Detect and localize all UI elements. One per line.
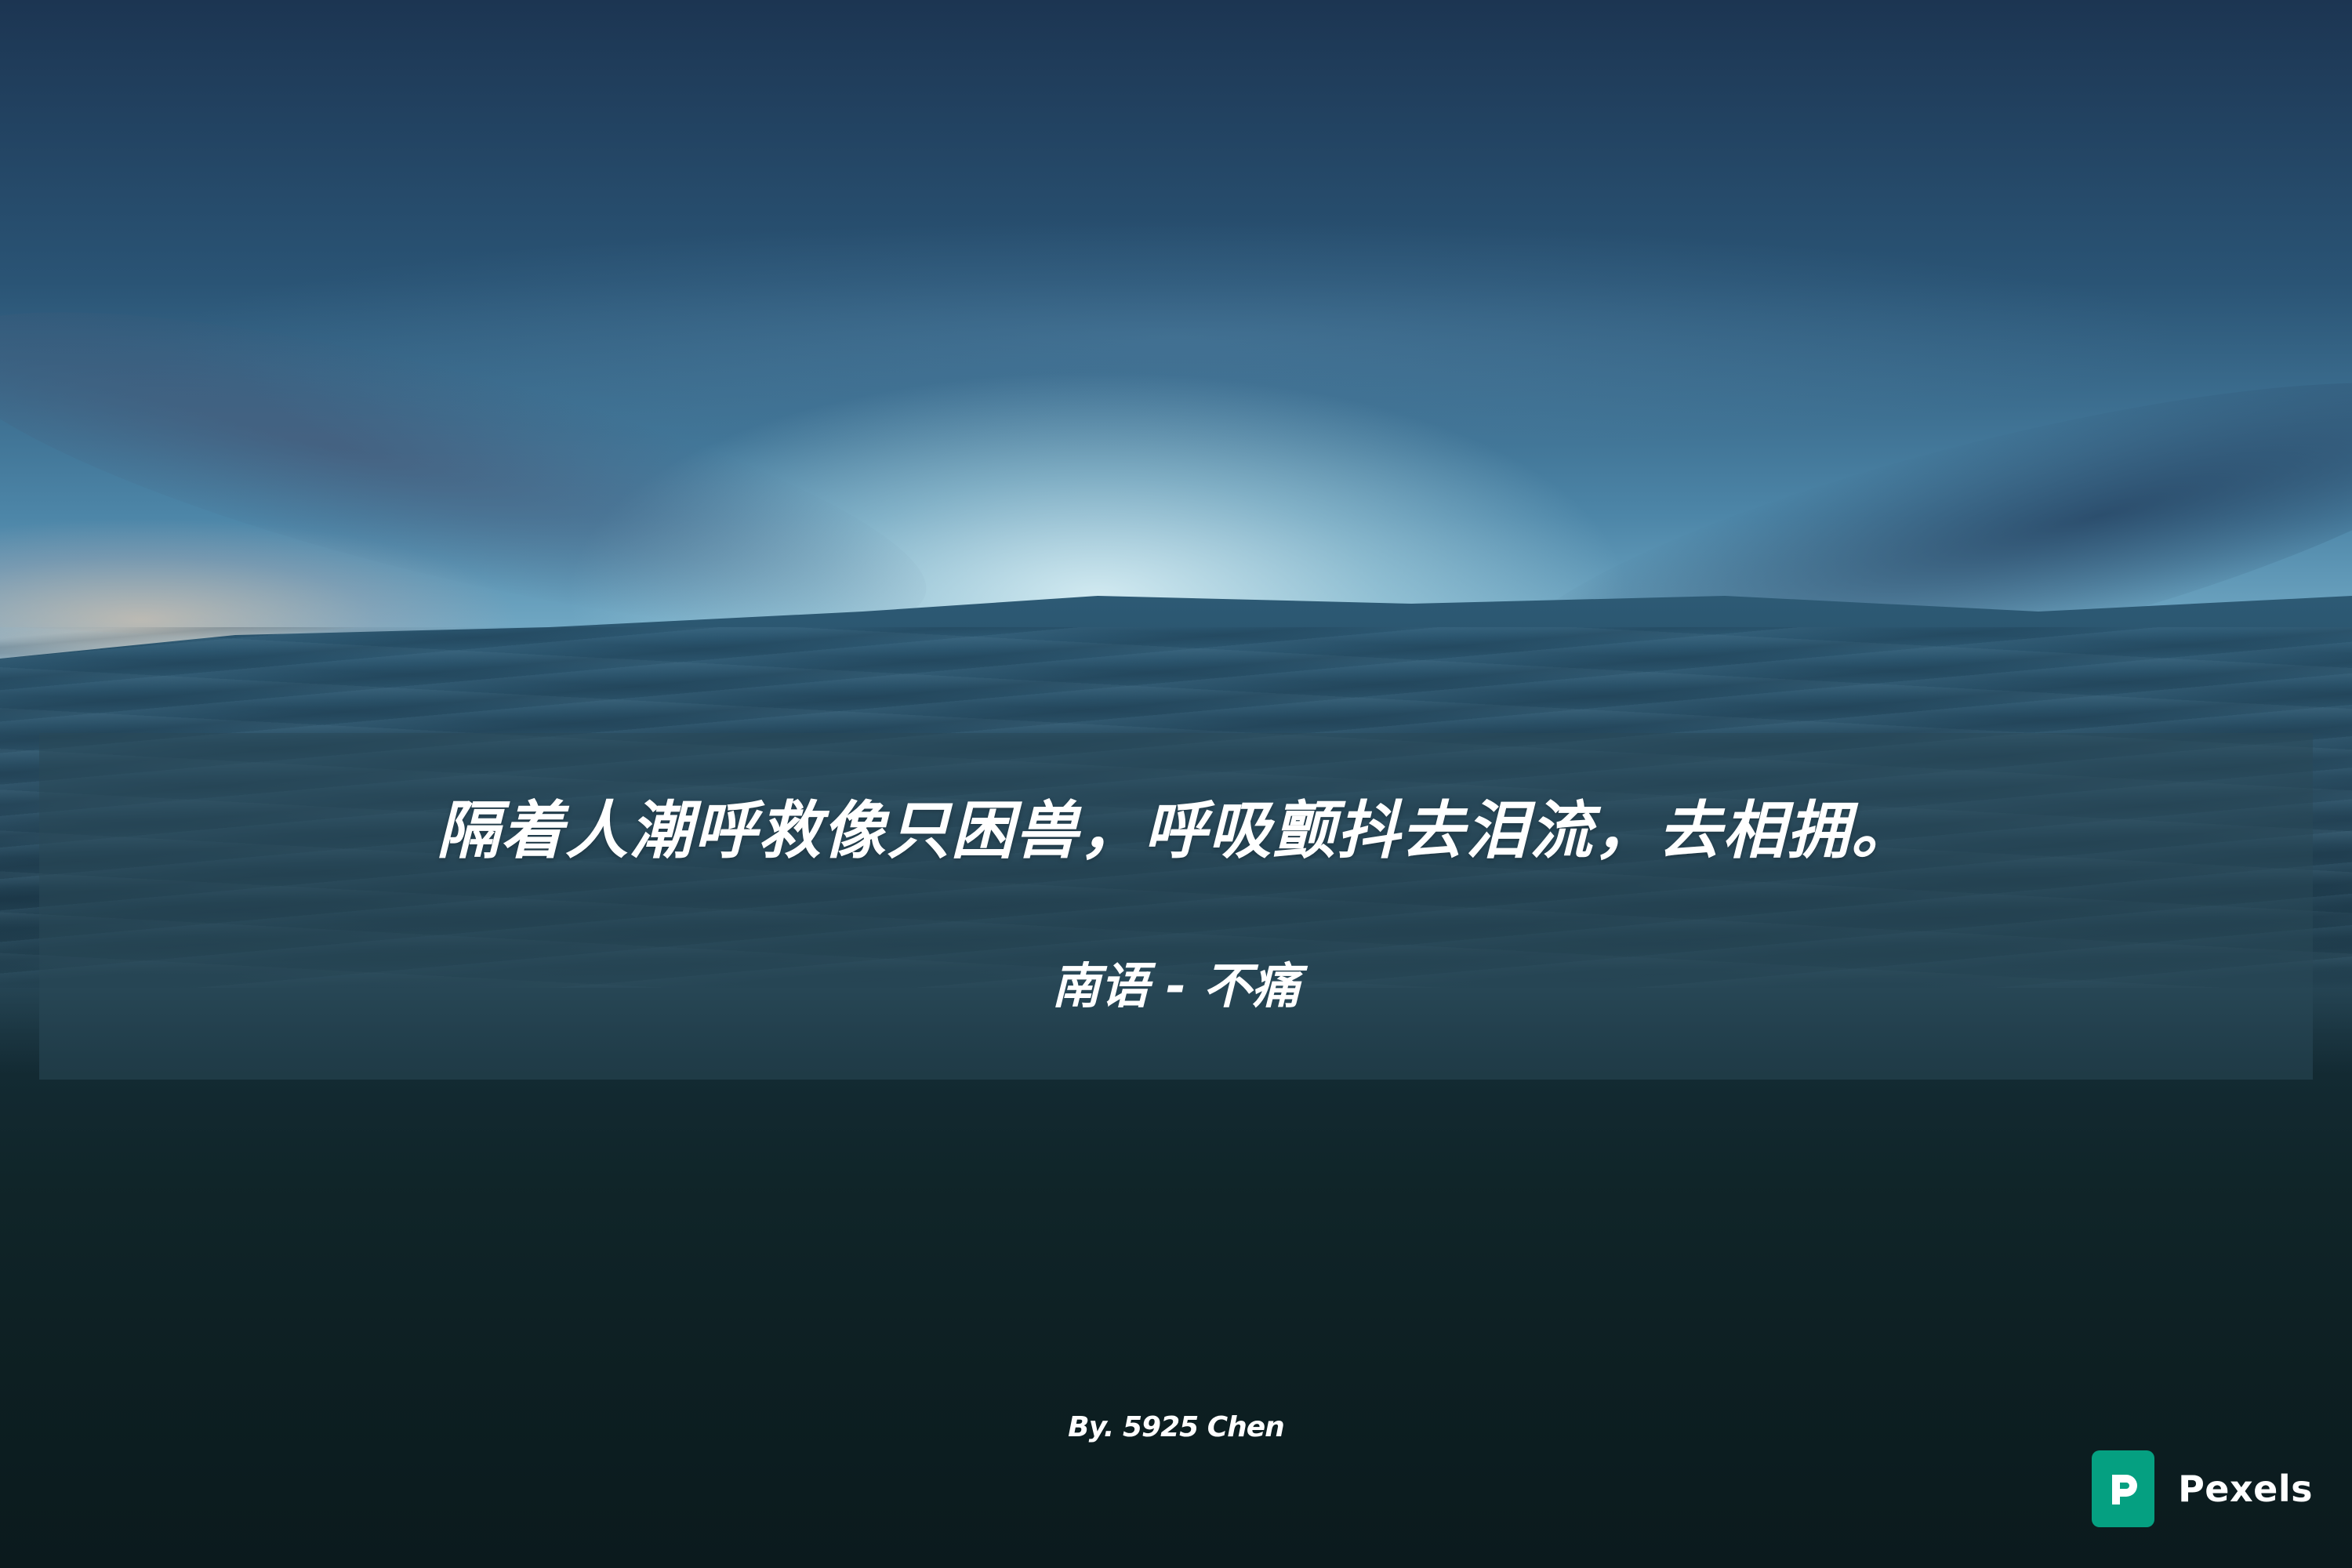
quote-text: 隔着人潮呼救像只困兽，呼吸颤抖去泪流，去相拥。	[437, 794, 1915, 867]
pexels-wordmark: Pexels	[2178, 1468, 2313, 1510]
pexels-logo-icon	[2092, 1450, 2155, 1527]
quote-attribution: 南语 - 不痛	[1051, 957, 1301, 1014]
quote-panel: 隔着人潮呼救像只困兽，呼吸颤抖去泪流，去相拥。 南语 - 不痛	[39, 733, 2313, 1080]
author-byline: By. 5925 Chen	[1068, 1411, 1285, 1443]
background-photo: 隔着人潮呼救像只困兽，呼吸颤抖去泪流，去相拥。 南语 - 不痛 By. 5925…	[0, 0, 2352, 1568]
pexels-watermark: Pexels	[2092, 1449, 2313, 1529]
